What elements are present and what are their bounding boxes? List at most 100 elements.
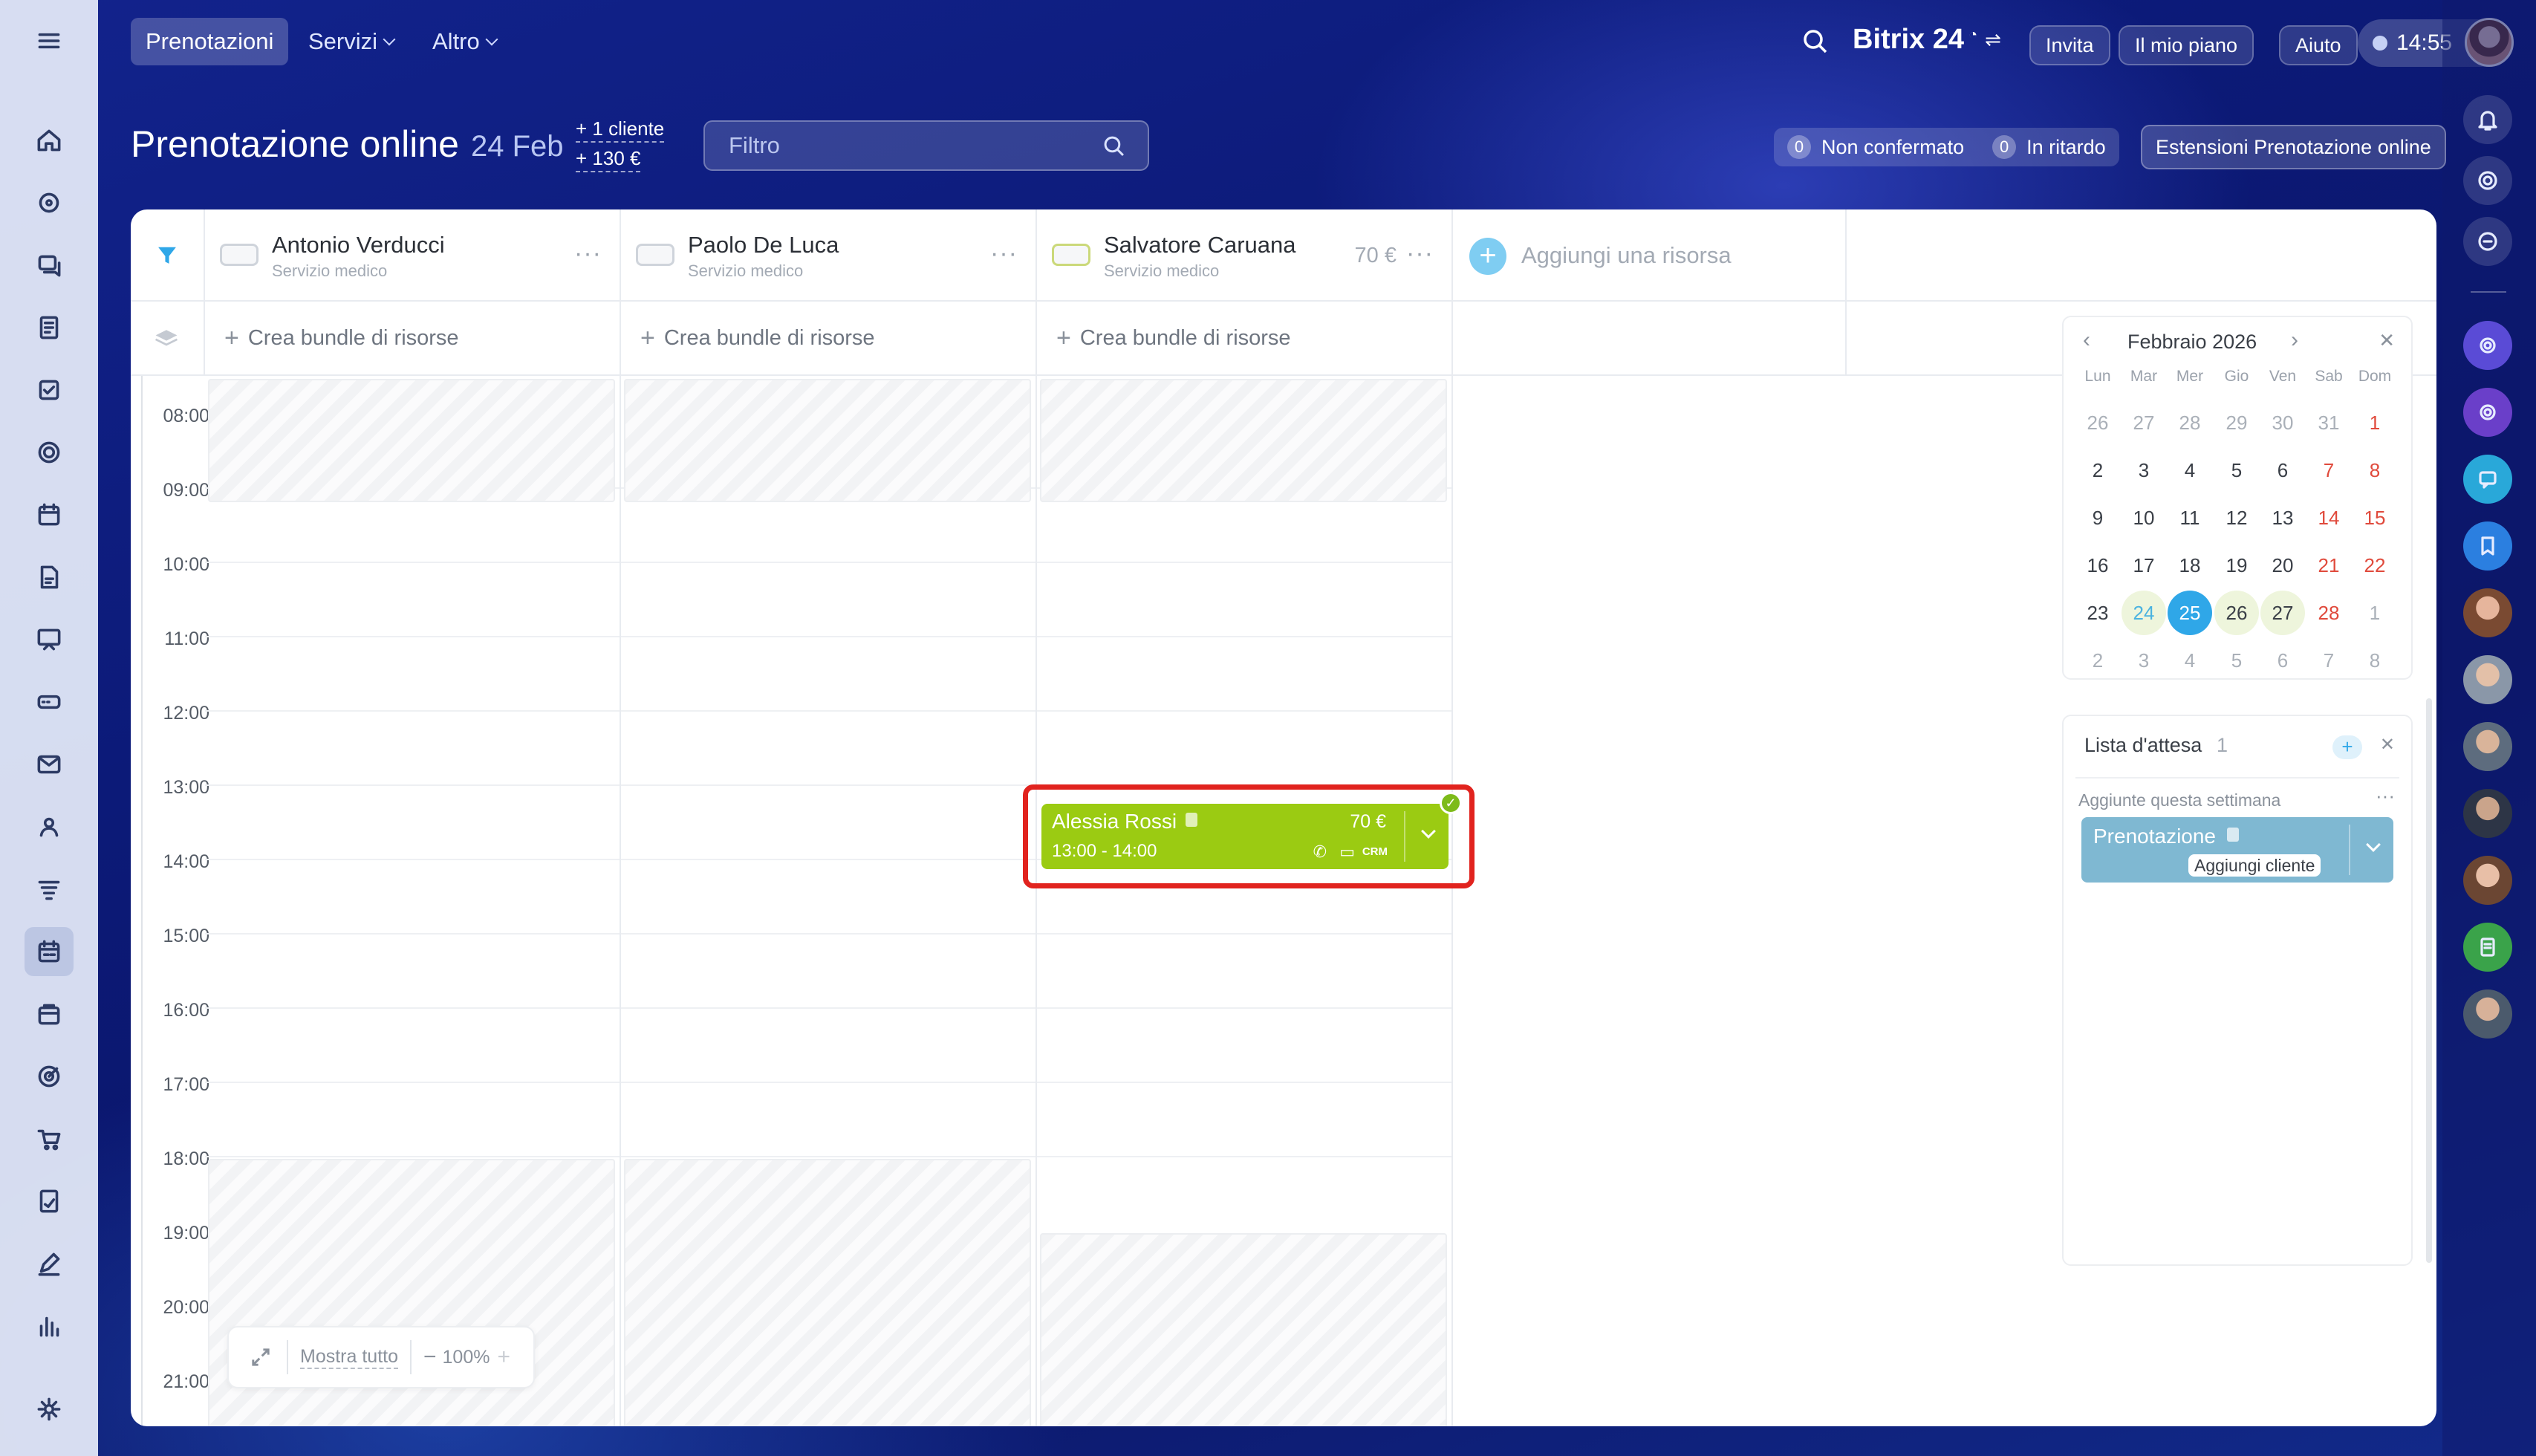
more-icon[interactable]: ··· xyxy=(990,239,1018,268)
phone-icon[interactable]: ✆ xyxy=(1313,842,1327,862)
menu-icon[interactable] xyxy=(25,16,74,65)
chat-icon[interactable] xyxy=(25,241,74,290)
layers-icon[interactable] xyxy=(153,327,180,349)
calendar-day[interactable]: 7 xyxy=(2306,448,2351,493)
calendar-day[interactable]: 26 xyxy=(2214,591,2259,635)
calendar-day[interactable]: 9 xyxy=(2075,495,2120,540)
calendar-day[interactable]: 29 xyxy=(2214,400,2259,445)
search-icon[interactable] xyxy=(1801,27,1830,60)
copilot-icon[interactable] xyxy=(2463,156,2512,205)
notes-chat-icon[interactable] xyxy=(2463,923,2512,972)
tab-more[interactable]: Altro xyxy=(417,18,511,65)
resource-header[interactable]: Salvatore Caruana Servizio medico 70 € ·… xyxy=(1037,209,1453,302)
home-icon[interactable] xyxy=(25,116,74,165)
my-plan-button[interactable]: Il mio piano xyxy=(2119,25,2254,65)
calendar-day[interactable]: 12 xyxy=(2214,495,2259,540)
show-all-link[interactable]: Mostra tutto xyxy=(300,1346,398,1369)
pen-icon[interactable] xyxy=(25,1239,74,1288)
message-icon[interactable]: ▭ xyxy=(1339,842,1355,862)
booking-icon[interactable] xyxy=(25,927,74,976)
next-month-icon[interactable]: › xyxy=(2291,328,2298,353)
chevron-down-icon[interactable] xyxy=(1421,824,1436,839)
calendar-day[interactable]: 6 xyxy=(2260,638,2305,683)
scrollbar[interactable] xyxy=(2426,698,2432,1263)
calendar-day[interactable]: 23 xyxy=(2075,591,2120,635)
contact-avatar-1[interactable] xyxy=(2463,588,2512,637)
calendar-day[interactable]: 20 xyxy=(2260,543,2305,588)
calendar-day-selected[interactable]: 24 xyxy=(2122,591,2166,635)
resource-toggle[interactable] xyxy=(220,244,259,266)
collapse-icon[interactable]: ✕ xyxy=(2379,329,2395,352)
resource-column[interactable] xyxy=(205,376,621,1426)
calendar-day[interactable]: 22 xyxy=(2353,543,2397,588)
storage-icon[interactable] xyxy=(25,677,74,727)
contact-avatar-3[interactable] xyxy=(2463,722,2512,771)
more-icon[interactable]: ··· xyxy=(574,239,602,268)
resource-column[interactable] xyxy=(621,376,1037,1426)
more-icon[interactable]: ··· xyxy=(1406,239,1434,268)
copilot-chat-2-icon[interactable] xyxy=(2463,388,2512,437)
automation-icon[interactable] xyxy=(25,865,74,914)
calendar-day[interactable]: 27 xyxy=(2122,400,2166,445)
calendar-day[interactable]: 18 xyxy=(2168,543,2212,588)
calendar-day[interactable]: 3 xyxy=(2122,638,2166,683)
notifications-icon[interactable] xyxy=(2463,95,2512,144)
calendar-day[interactable]: 6 xyxy=(2260,448,2305,493)
calendar-icon[interactable] xyxy=(25,490,74,539)
resource-header[interactable]: Paolo De Luca Servizio medico ··· xyxy=(621,209,1037,302)
presentation-icon[interactable] xyxy=(25,615,74,664)
calendar-day[interactable]: 4 xyxy=(2168,638,2212,683)
contact-avatar-2[interactable] xyxy=(2463,655,2512,704)
analytics-icon[interactable] xyxy=(25,1301,74,1351)
copilot-chat-icon[interactable] xyxy=(2463,321,2512,370)
feed-icon[interactable] xyxy=(25,178,74,227)
calendar-day[interactable]: 2 xyxy=(2075,638,2120,683)
contacts-icon[interactable] xyxy=(25,802,74,851)
zoom-out-button[interactable]: − xyxy=(423,1345,437,1370)
calendar-day[interactable]: 31 xyxy=(2306,400,2351,445)
unconfirmed-counter[interactable]: 0 Non confermato 0 In ritardo xyxy=(1774,128,2119,166)
messenger-icon[interactable] xyxy=(2463,217,2512,266)
create-bundle-button[interactable]: + Crea bundle di risorse xyxy=(621,302,1037,376)
target-icon[interactable] xyxy=(25,1052,74,1101)
calendar-day[interactable]: 3 xyxy=(2122,448,2166,493)
calendar-day[interactable]: 10 xyxy=(2122,495,2166,540)
calendar-day[interactable]: 14 xyxy=(2306,495,2351,540)
mail-icon[interactable] xyxy=(25,740,74,789)
calendar-day[interactable]: 5 xyxy=(2214,448,2259,493)
calendar-day[interactable]: 26 xyxy=(2075,400,2120,445)
calendar-day[interactable]: 28 xyxy=(2306,591,2351,635)
calendar-day[interactable]: 15 xyxy=(2353,495,2397,540)
tasks-icon[interactable] xyxy=(25,365,74,415)
revenue-total[interactable]: + 130 € xyxy=(576,146,641,172)
calendar-day[interactable]: 17 xyxy=(2122,543,2166,588)
bookmark-chat-icon[interactable] xyxy=(2463,521,2512,571)
add-resource-button[interactable]: + Aggiungi una risorsa xyxy=(1453,209,1847,302)
chevron-down-icon[interactable] xyxy=(2366,837,2381,852)
filter-funnel-icon[interactable] xyxy=(155,242,180,267)
contact-avatar-5[interactable] xyxy=(2463,856,2512,905)
more-icon[interactable]: ··· xyxy=(2376,784,2395,807)
zoom-in-button[interactable]: + xyxy=(497,1345,510,1370)
contact-avatar-4[interactable] xyxy=(2463,789,2512,838)
calendar-day[interactable]: 13 xyxy=(2260,495,2305,540)
crm-badge[interactable]: CRM xyxy=(1362,845,1388,858)
calendar-day[interactable]: 11 xyxy=(2168,495,2212,540)
shop-icon[interactable] xyxy=(25,989,74,1039)
tab-bookings[interactable]: Prenotazioni xyxy=(131,18,289,65)
calendar-day[interactable]: 16 xyxy=(2075,543,2120,588)
create-bundle-button[interactable]: + Crea bundle di risorse xyxy=(1037,302,1453,376)
document-icon[interactable] xyxy=(25,303,74,352)
collapse-icon[interactable]: ✕ xyxy=(2380,734,2395,755)
prev-month-icon[interactable]: ‹ xyxy=(2083,328,2090,353)
brand-logo[interactable]: Bitrix 24 ◔ ⇌ xyxy=(1853,24,2001,56)
calendar-day[interactable]: 5 xyxy=(2214,638,2259,683)
settings-icon[interactable] xyxy=(25,1385,74,1434)
add-client-button[interactable]: Aggiungi cliente xyxy=(2188,854,2321,877)
sign-icon[interactable] xyxy=(25,1177,74,1226)
waitlist-item[interactable]: Prenotazione Aggiungi cliente xyxy=(2081,817,2393,883)
calendar-day[interactable]: 1 xyxy=(2353,400,2397,445)
add-waitlist-button[interactable]: + xyxy=(2332,735,2362,759)
calendar-day[interactable]: 19 xyxy=(2214,543,2259,588)
general-chat-icon[interactable] xyxy=(2463,455,2512,504)
